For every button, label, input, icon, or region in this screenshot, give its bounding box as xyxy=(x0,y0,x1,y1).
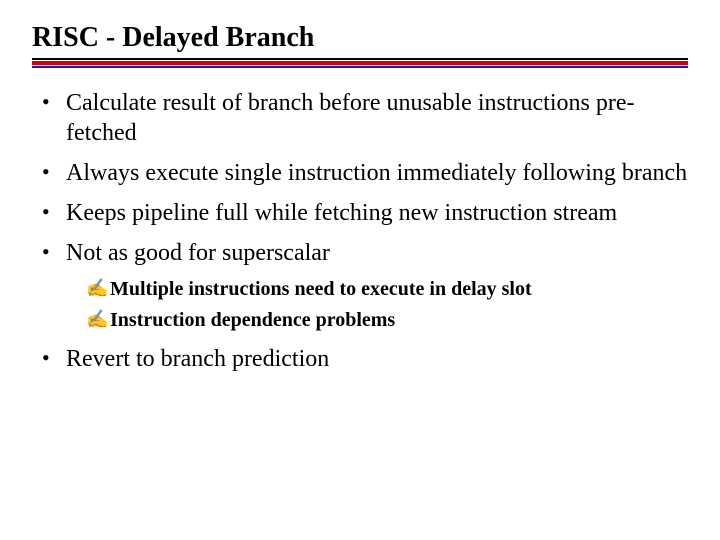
bullet-text: Always execute single instruction immedi… xyxy=(66,160,687,186)
sub-bullet-list: ✍ Multiple instructions need to execute … xyxy=(66,276,688,334)
divider-bottom xyxy=(32,66,688,68)
sub-bullet-item: ✍ Instruction dependence problems xyxy=(86,307,688,334)
bullet-item: Revert to branch prediction xyxy=(42,344,688,374)
bullet-item: Always execute single instruction immedi… xyxy=(42,158,688,188)
sub-bullet-text: Multiple instructions need to execute in… xyxy=(110,278,532,300)
slide-title: RISC - Delayed Branch xyxy=(32,22,688,56)
hand-icon: ✍ xyxy=(86,307,108,331)
bullet-item: Calculate result of branch before unusab… xyxy=(42,88,688,148)
bullet-text: Revert to branch prediction xyxy=(66,346,329,372)
bullet-item: Not as good for superscalar ✍ Multiple i… xyxy=(42,238,688,334)
sub-bullet-text: Instruction dependence problems xyxy=(110,309,395,331)
hand-icon: ✍ xyxy=(86,276,108,300)
bullet-text: Calculate result of branch before unusab… xyxy=(66,90,634,146)
slide: RISC - Delayed Branch Calculate result o… xyxy=(0,0,720,374)
bullet-list: Calculate result of branch before unusab… xyxy=(32,88,688,374)
sub-bullet-item: ✍ Multiple instructions need to execute … xyxy=(86,276,688,303)
bullet-item: Keeps pipeline full while fetching new i… xyxy=(42,198,688,228)
divider-top xyxy=(32,58,688,60)
divider-middle xyxy=(32,61,688,65)
bullet-text: Not as good for superscalar xyxy=(66,240,330,266)
bullet-text: Keeps pipeline full while fetching new i… xyxy=(66,200,617,226)
